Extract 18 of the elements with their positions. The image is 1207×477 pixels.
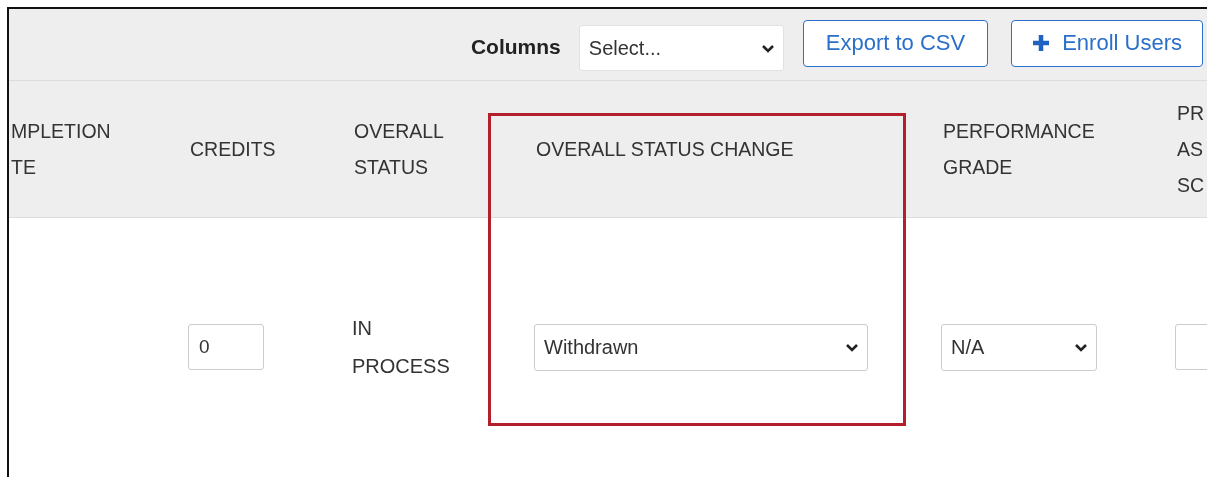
column-header: PR AS SC [1176, 101, 1206, 198]
column-header: CREDITS [189, 137, 277, 162]
column-header: OVERALL STATUS CHANGE [535, 137, 795, 162]
columns-label: Columns [470, 34, 561, 59]
grade-select[interactable]: N/A [941, 323, 1097, 371]
column-header: PERFORMANCE GRADE [942, 119, 1096, 180]
columns-select[interactable]: Select... [578, 25, 784, 71]
chevron-icon [1074, 342, 1088, 352]
plus-icon [1032, 34, 1051, 52]
export-button[interactable]: Export to CSV [802, 19, 989, 67]
credits-field[interactable]: 0 [188, 324, 264, 370]
enroll-users-button[interactable]: Enroll Users [1011, 19, 1203, 67]
chevron-icon [760, 43, 775, 53]
chevron-icon [845, 342, 859, 352]
status-text: IN PROCESS [352, 316, 451, 379]
column-header: MPLETION TE [10, 119, 112, 180]
status-select[interactable]: Withdrawn [534, 323, 868, 371]
column-header: OVERALL STATUS [353, 119, 445, 180]
